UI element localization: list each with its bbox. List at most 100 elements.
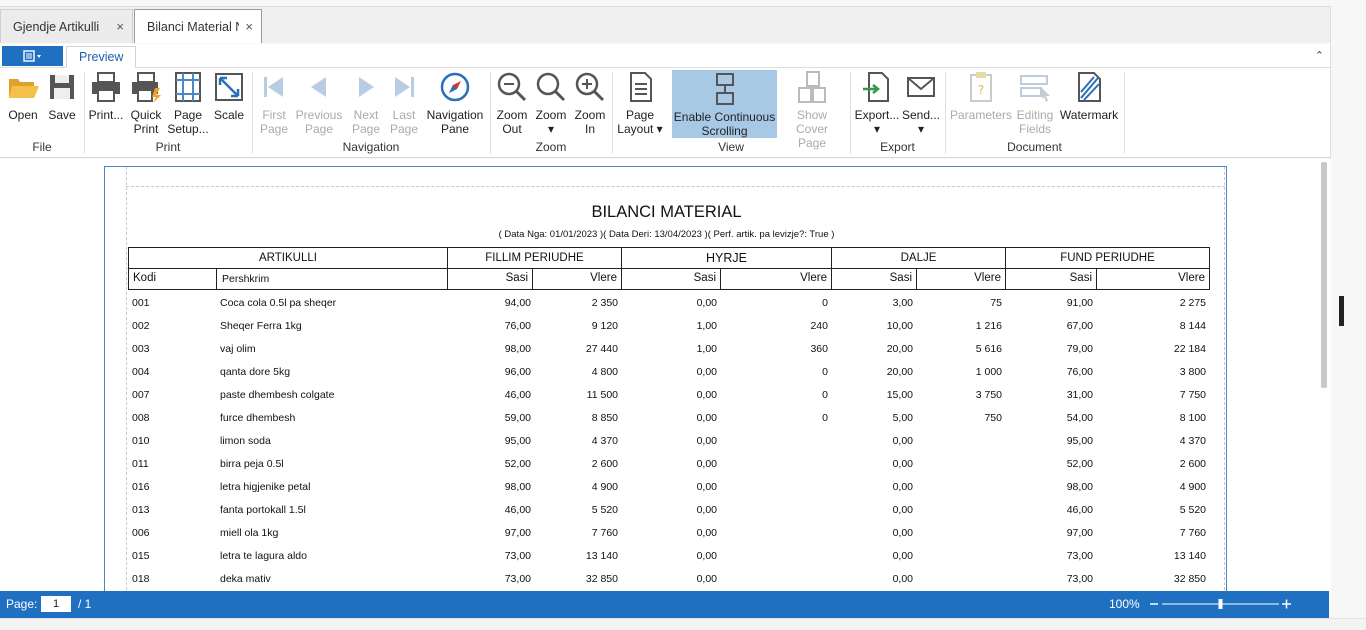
cell-hyrje-vlere: 0 xyxy=(822,412,828,424)
cell-fillim-vlere: 13 140 xyxy=(585,550,618,562)
cell-dalje-vlere: 1 216 xyxy=(975,320,1002,332)
cell-hyrje-vlere: 0 xyxy=(822,297,828,309)
col-hyrje-vlere: Vlere xyxy=(720,268,832,290)
col-hyrje-sasi: Sasi xyxy=(621,268,721,290)
cell-hyrje-vlere: 240 xyxy=(810,320,828,332)
parameters-button[interactable]: ? Parameters xyxy=(948,70,1014,122)
cell-pershkrim: qanta dore 5kg xyxy=(220,366,291,378)
editing-fields-icon xyxy=(1020,75,1050,102)
send-button[interactable]: Send... ▾ xyxy=(902,70,940,136)
cell-hyrje-sasi: 1,00 xyxy=(696,320,717,332)
menu-icon xyxy=(22,50,41,62)
quick-print-icon xyxy=(132,72,161,103)
navigation-pane-button[interactable]: Navigation Pane xyxy=(424,70,486,136)
print-label: Print... xyxy=(88,108,124,122)
parameters-label: Parameters xyxy=(949,108,1013,122)
export-button[interactable]: Export... ▾ xyxy=(854,70,900,136)
quick-print-label-2: Print xyxy=(133,122,159,136)
last-page-button[interactable]: Last Page xyxy=(386,70,422,136)
quick-print-button[interactable]: Quick Print xyxy=(128,70,164,136)
watermark-button[interactable]: Watermark xyxy=(1060,70,1118,122)
tab-preview[interactable]: Preview xyxy=(66,46,137,68)
watermark-icon xyxy=(1078,72,1101,102)
previous-page-label-1: Previous xyxy=(295,108,343,122)
header-hyrje: HYRJE xyxy=(621,247,832,269)
cell-fillim-sasi: 52,00 xyxy=(504,458,531,470)
page-layout-button[interactable]: Page Layout ▾ xyxy=(616,70,664,136)
cell-hyrje-sasi: 0,00 xyxy=(696,527,717,539)
cell-fillim-vlere: 7 760 xyxy=(591,527,618,539)
cell-dalje-sasi: 0,00 xyxy=(892,573,913,585)
zoom-in-button[interactable]: Zoom In xyxy=(572,70,608,136)
send-label-1: Send... xyxy=(901,108,941,122)
tab-bilanci-material[interactable]: Bilanci Material N × xyxy=(134,9,262,43)
side-panel-handle[interactable] xyxy=(1339,296,1344,326)
save-label: Save xyxy=(48,108,76,122)
cell-dalje-vlere: 750 xyxy=(984,412,1002,424)
zoom-button[interactable]: Zoom ▾ xyxy=(533,70,569,136)
report-viewer[interactable]: BILANCI MATERIAL ( Data Nga: 01/01/2023 … xyxy=(0,159,1331,591)
cell-fund-vlere: 32 850 xyxy=(1173,573,1206,585)
page-setup-label-2: Setup... xyxy=(167,122,209,136)
cell-fillim-vlere: 8 850 xyxy=(591,412,618,424)
next-page-label-1: Next xyxy=(353,108,379,122)
cell-dalje-sasi: 10,00 xyxy=(886,320,913,332)
group-separator xyxy=(1124,72,1125,154)
col-dalje-sasi: Sasi xyxy=(831,268,917,290)
cell-fund-vlere: 7 760 xyxy=(1179,527,1206,539)
enable-continuous-scrolling-button[interactable]: Enable Continuous Scrolling xyxy=(672,70,777,138)
page-number-input[interactable]: 1 xyxy=(41,596,71,612)
editing-fields-button[interactable]: Editing Fields xyxy=(1014,70,1056,136)
last-page-icon xyxy=(395,77,414,97)
application-menu-button[interactable] xyxy=(2,46,63,66)
vertical-scrollbar-thumb[interactable] xyxy=(1321,162,1327,388)
save-button[interactable]: Save xyxy=(46,70,78,122)
cover-page-icon xyxy=(798,71,826,103)
cell-hyrje-sasi: 0,00 xyxy=(696,573,717,585)
first-page-button[interactable]: First Page xyxy=(256,70,292,136)
print-button[interactable]: Print... xyxy=(88,70,124,122)
cell-kodi: 015 xyxy=(132,550,150,562)
chevron-up-icon[interactable]: ⌃ xyxy=(1315,49,1324,62)
close-icon[interactable]: × xyxy=(245,19,253,34)
scale-button[interactable]: Scale xyxy=(212,70,246,122)
cell-kodi: 003 xyxy=(132,343,150,355)
scale-icon xyxy=(215,73,243,101)
col-kodi: Kodi xyxy=(128,268,217,290)
cell-kodi: 002 xyxy=(132,320,150,332)
open-button[interactable]: Open xyxy=(6,70,40,122)
first-page-icon xyxy=(264,77,283,97)
header-fillim-periudhe: FILLIM PERIUDHE xyxy=(447,247,622,269)
cell-fillim-vlere: 4 900 xyxy=(591,481,618,493)
show-cover-page-button[interactable]: Show Cover Page xyxy=(780,70,844,150)
cell-fillim-vlere: 4 370 xyxy=(591,435,618,447)
cell-fund-vlere: 22 184 xyxy=(1173,343,1206,355)
page-setup-button[interactable]: Page Setup... xyxy=(166,70,210,136)
cell-fund-vlere: 4 900 xyxy=(1179,481,1206,493)
cell-fillim-vlere: 9 120 xyxy=(591,320,618,332)
next-page-button[interactable]: Next Page xyxy=(348,70,384,136)
tab-gjendje-artikulli[interactable]: Gjendje Artikulli × xyxy=(0,9,133,43)
zoom-slider[interactable] xyxy=(1148,596,1293,612)
cell-fund-vlere: 8 100 xyxy=(1179,412,1206,424)
page-label: Page: xyxy=(6,597,38,611)
close-icon[interactable]: × xyxy=(116,19,124,34)
page-layout-icon xyxy=(630,72,652,102)
col-fillim-vlere: Vlere xyxy=(532,268,622,290)
cell-fillim-sasi: 73,00 xyxy=(504,573,531,585)
zoom-out-button[interactable]: Zoom Out xyxy=(494,70,530,136)
export-label-1: Export... xyxy=(854,108,900,122)
cell-fund-sasi: 79,00 xyxy=(1066,343,1093,355)
group-label-export: Export xyxy=(880,140,915,154)
zoom-slider-thumb xyxy=(1218,599,1223,609)
envelope-icon xyxy=(907,77,935,97)
cell-fund-sasi: 95,00 xyxy=(1066,435,1093,447)
cell-fund-sasi: 76,00 xyxy=(1066,366,1093,378)
document-tabs: Gjendje Artikulli × Bilanci Material N × xyxy=(0,6,1331,43)
cell-hyrje-sasi: 0,00 xyxy=(696,458,717,470)
cell-fund-vlere: 4 370 xyxy=(1179,435,1206,447)
previous-page-button[interactable]: Previous Page xyxy=(296,70,342,136)
page-setup-icon xyxy=(175,72,201,102)
cell-hyrje-sasi: 0,00 xyxy=(696,504,717,516)
cell-kodi: 016 xyxy=(132,481,150,493)
